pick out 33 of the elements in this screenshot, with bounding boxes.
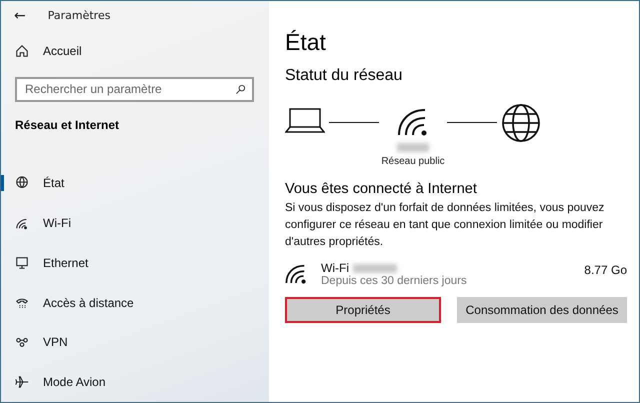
- wifi-icon: [285, 263, 307, 285]
- description-text: Si vous disposez d'un forfait de données limitées, vous pouvez configurer ce réseau en tant que connexion limitée ou modifier d'autres propriétés.: [285, 201, 606, 250]
- data-usage: 8.77 Go: [584, 263, 627, 277]
- wifi-icon: [397, 107, 429, 137]
- wifi-icon: [15, 216, 29, 230]
- sidebar-item[interactable]: Accès à distance: [1, 282, 269, 322]
- connection-name: Wi-Fi: [321, 261, 349, 275]
- sidebar-item[interactable]: VPN: [1, 322, 269, 362]
- redacted-name: [352, 264, 397, 272]
- section-heading: Statut du réseau: [285, 67, 404, 85]
- usage-period: Depuis ces 30 derniers jours: [321, 275, 468, 287]
- sidebar-item[interactable]: Mode Avion: [1, 362, 269, 402]
- data-usage-button[interactable]: Consommation des données: [457, 297, 627, 323]
- page-title: État: [285, 29, 327, 57]
- vpn-icon: [15, 335, 29, 350]
- home-item[interactable]: Accueil: [1, 30, 269, 71]
- sidebar-item[interactable]: Wi-Fi: [1, 203, 269, 243]
- monitor-icon: [15, 256, 29, 270]
- sidebar-item[interactable]: Ethernet: [1, 242, 269, 283]
- back-arrow[interactable]: ←: [14, 8, 26, 24]
- laptop-icon: [285, 107, 325, 133]
- section-title: Réseau et Internet: [14, 116, 120, 134]
- globe-icon: [501, 103, 541, 143]
- network-type: Réseau public: [381, 156, 445, 167]
- connection-heading: Vous êtes connecté à Internet: [285, 181, 478, 197]
- airplane-icon: [15, 375, 29, 390]
- home-icon: [15, 44, 29, 58]
- search-field[interactable]: Rechercher un paramètre: [15, 76, 254, 102]
- search-icon: [235, 84, 246, 95]
- globe-icon: [15, 176, 29, 190]
- redacted-name: [397, 143, 429, 152]
- properties-button[interactable]: Propriétés: [285, 297, 441, 323]
- window-title: Paramètres: [48, 9, 110, 22]
